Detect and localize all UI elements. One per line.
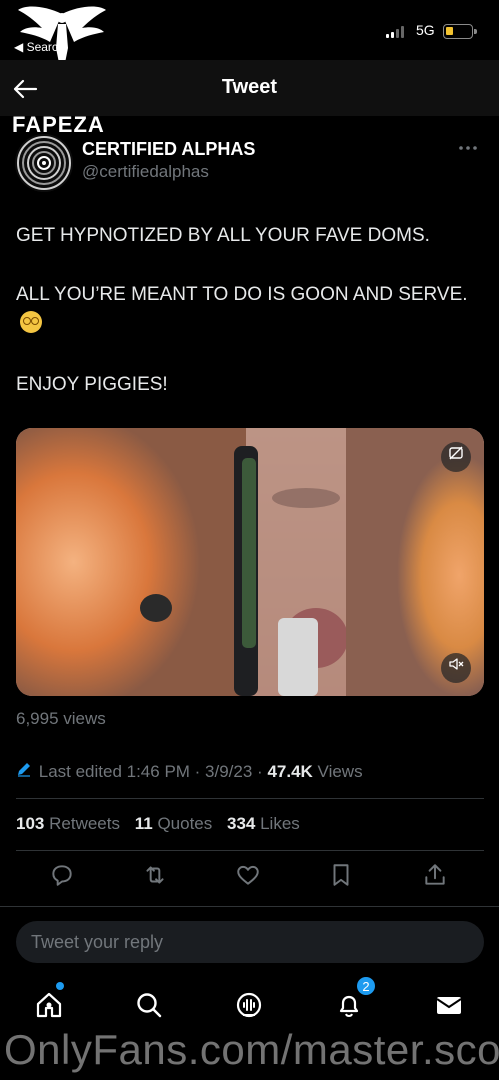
author-display-name[interactable]: CERTIFIED ALPHAS <box>82 139 255 160</box>
tweet-video[interactable] <box>16 428 484 696</box>
top-bar: Tweet <box>0 60 499 116</box>
edited-timestamp-row[interactable]: Last edited 1:46 PM · 3/9/23 · 47.4K Vie… <box>16 761 363 782</box>
content-warning-icon[interactable] <box>441 442 471 472</box>
avatar[interactable] <box>15 134 73 192</box>
divider <box>16 850 484 851</box>
home-icon[interactable] <box>34 990 66 1022</box>
retweets-stat[interactable]: 103 Retweets <box>16 814 120 833</box>
spaces-icon[interactable] <box>234 990 266 1022</box>
retweet-icon[interactable] <box>140 862 170 892</box>
bookmark-icon[interactable] <box>326 862 356 892</box>
tweet-text-paragraph: ALL YOU’RE MEANT TO DO IS GOON AND SERVE… <box>16 284 468 305</box>
dizzy-face-emoji-icon <box>20 311 42 333</box>
tweet-text-line-1: GET HYPNOTIZED BY ALL YOUR FAVE DOMS. <box>16 225 430 246</box>
tweet-text-line-2: ALL YOU’RE MEANT TO DO IS GOON AND SERVE… <box>16 280 486 340</box>
pencil-icon <box>16 761 34 782</box>
like-icon[interactable] <box>233 862 263 892</box>
total-views-label: Views <box>317 762 363 781</box>
video-frame <box>16 428 484 696</box>
battery-icon <box>443 24 477 39</box>
engagement-stats: 103 Retweets 11 Quotes 334 Likes <box>16 814 310 834</box>
divider <box>0 906 499 907</box>
reply-icon[interactable] <box>47 862 77 892</box>
notification-count-badge: 2 <box>356 976 376 996</box>
reply-field[interactable] <box>16 921 484 963</box>
home-activity-dot <box>56 982 64 990</box>
divider <box>16 798 484 799</box>
more-horizontal-icon[interactable] <box>458 138 478 156</box>
tweet-text-line-3: ENJOY PIGGIES! <box>16 374 168 395</box>
tweet-actions <box>0 862 499 896</box>
likes-stat[interactable]: 334 Likes <box>227 814 300 833</box>
author-username[interactable]: @certifiedalphas <box>82 162 209 182</box>
mute-icon[interactable] <box>441 653 471 683</box>
video-view-count: 6,995 views <box>16 709 106 728</box>
edited-timestamp: Last edited 1:46 PM · 3/9/23 · <box>38 762 263 781</box>
cellular-signal-icon <box>386 26 408 38</box>
watermark-url: OnlyFans.com/master.scott <box>4 1026 499 1073</box>
search-icon[interactable] <box>134 990 166 1022</box>
network-type: 5G <box>416 22 435 38</box>
page-title: Tweet <box>221 76 278 98</box>
messages-icon[interactable] <box>434 990 466 1022</box>
quotes-stat[interactable]: 11 Quotes <box>135 814 213 833</box>
reply-input[interactable] <box>16 921 484 963</box>
total-views-value: 47.4K <box>267 762 313 781</box>
share-icon[interactable] <box>420 862 450 892</box>
